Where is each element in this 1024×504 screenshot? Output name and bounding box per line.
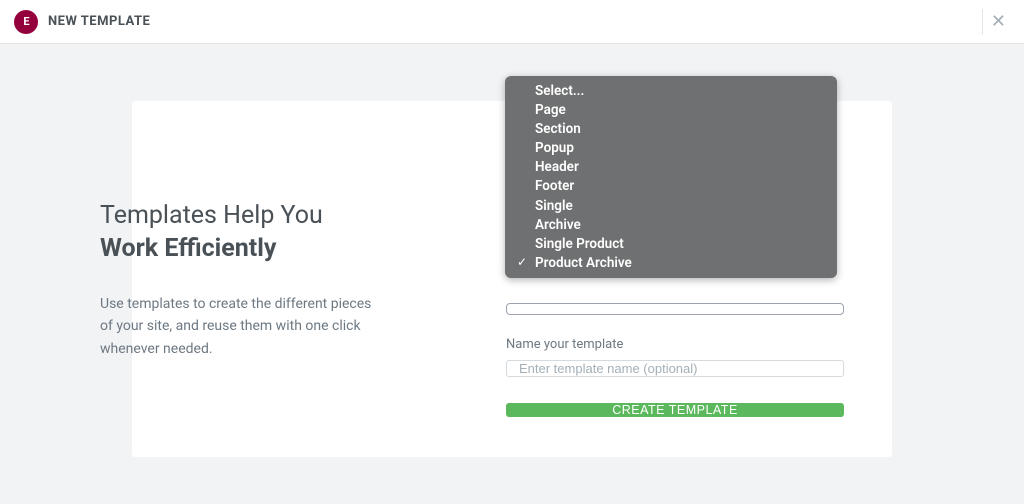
dropdown-option[interactable]: Section [505, 119, 837, 138]
main-container: Templates Help You Work Efficiently Use … [0, 44, 1024, 504]
dropdown-option[interactable]: Popup [505, 139, 837, 158]
dropdown-option[interactable]: Single [505, 196, 837, 215]
heading-line-1: Templates Help You [100, 201, 438, 230]
template-name-input[interactable] [506, 360, 844, 377]
modal-title: NEW TEMPLATE [48, 14, 150, 29]
dropdown-option[interactable]: Page [505, 100, 837, 119]
create-template-button[interactable]: CREATE TEMPLATE [506, 403, 844, 417]
dropdown-option[interactable]: Header [505, 158, 837, 177]
dropdown-option[interactable]: Footer [505, 177, 837, 196]
dropdown-option[interactable]: Archive [505, 215, 837, 234]
dropdown-option[interactable]: Single Product [505, 235, 837, 254]
info-panel: Templates Help You Work Efficiently Use … [100, 101, 438, 457]
name-field-label: Name your template [506, 337, 844, 352]
info-description: Use templates to create the different pi… [100, 293, 380, 360]
template-type-dropdown: Select...PageSectionPopupHeaderFooterSin… [505, 76, 837, 278]
header-left: E NEW TEMPLATE [14, 10, 150, 34]
elementor-logo-icon: E [14, 10, 38, 34]
template-type-select[interactable] [506, 303, 844, 315]
modal-header: E NEW TEMPLATE ✕ [0, 0, 1024, 44]
dropdown-option[interactable]: Product Archive [505, 254, 837, 273]
close-icon[interactable]: ✕ [982, 9, 1014, 35]
dropdown-option[interactable]: Select... [505, 81, 837, 100]
heading-line-2: Work Efficiently [100, 234, 438, 263]
